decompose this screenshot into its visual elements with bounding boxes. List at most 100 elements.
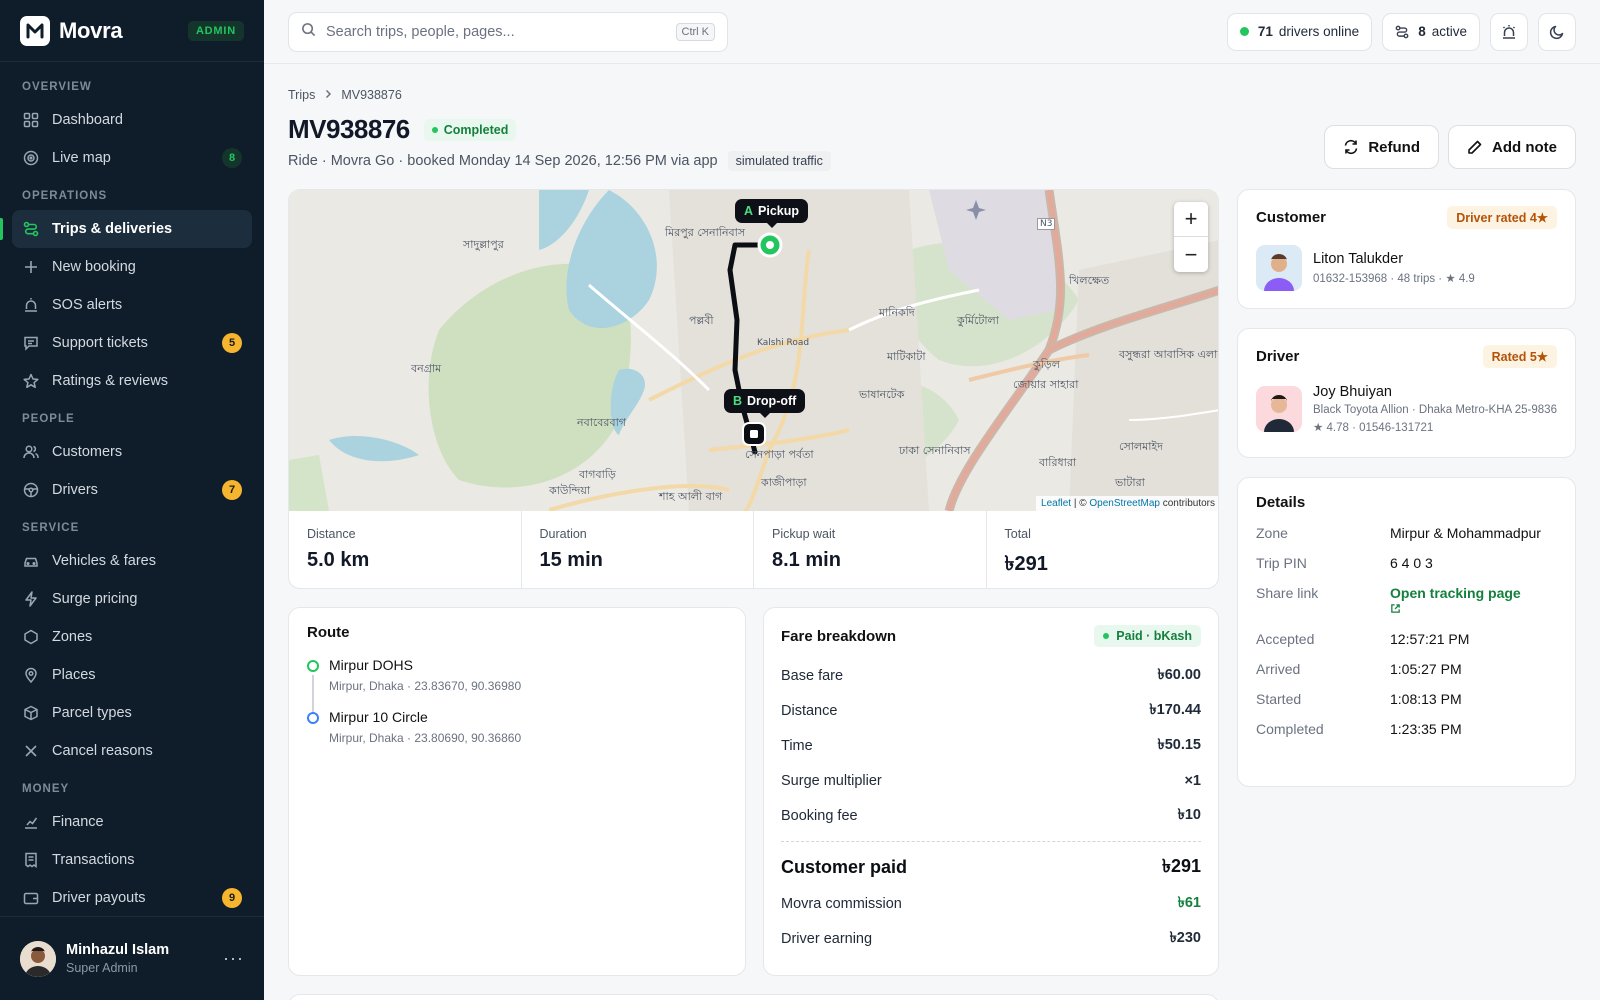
osm-link[interactable]: OpenStreetMap [1089, 498, 1160, 509]
route-icon [1395, 25, 1409, 39]
map-place-label: বনগ্রাম [411, 362, 442, 375]
sidebar-item-surge-pricing[interactable]: Surge pricing [12, 580, 252, 618]
pencil-icon [1467, 139, 1492, 155]
logo-icon[interactable] [20, 15, 50, 46]
detail-value: 12:57:21 PM [1390, 631, 1470, 647]
zoom-out-button[interactable]: − [1174, 237, 1208, 272]
fare-row: Time ৳50.15 [781, 728, 1201, 763]
stat-label: Total [1004, 527, 1031, 541]
detail-label: Started [1256, 691, 1302, 707]
sidebar-item-dashboard[interactable]: Dashboard [12, 101, 252, 139]
fare-value: ×1 [1184, 772, 1201, 789]
sidebar-item-zones[interactable]: Zones [12, 618, 252, 656]
search-input[interactable] [326, 23, 676, 40]
status-badge: Completed [423, 118, 517, 141]
avatar [1256, 386, 1302, 432]
refund-icon [1343, 139, 1368, 155]
nav-section-people: PEOPLE [22, 413, 75, 425]
nav-section-overview: OVERVIEW [22, 81, 92, 93]
pickup-marker-label[interactable]: A Pickup [735, 199, 809, 228]
sidebar-item-support-tickets[interactable]: Support tickets 5 [12, 324, 252, 362]
map-place-label: নবাবেরবাগ [577, 416, 626, 429]
sidebar: Movra ADMIN OVERVIEW Dashboard Live map … [0, 0, 264, 1000]
sidebar-item-label: Vehicles & fares [52, 553, 156, 569]
fare-row: Surge multiplier ×1 [781, 763, 1201, 798]
x-icon [22, 742, 40, 760]
drivers-online-pill[interactable]: 71 drivers online [1226, 12, 1373, 51]
traffic-tag: simulated traffic [727, 151, 831, 171]
fare-label: Booking fee [781, 807, 858, 824]
user-role: Super Admin [66, 961, 138, 975]
refund-button[interactable]: Refund [1324, 125, 1439, 169]
map-zoom-controls: + − [1174, 202, 1208, 272]
driver-profile[interactable]: Joy Bhuiyan Black Toyota Allion · Dhaka … [1256, 384, 1557, 434]
sidebar-item-label: Surge pricing [52, 591, 138, 607]
sidebar-item-vehicles-fares[interactable]: Vehicles & fares [12, 542, 252, 580]
sidebar-item-drivers[interactable]: Drivers 7 [12, 471, 252, 509]
detail-zone: Zone Mirpur & Mohammadpur [1256, 525, 1557, 541]
trip-map[interactable]: মিরপুর সেনানিবাস সাদুল্লাপুর পল্লবী মানি… [289, 190, 1218, 511]
driver-card: Driver Rated 5★ Joy Bhuiyan Black Toyota… [1237, 328, 1576, 458]
avatar [20, 940, 56, 977]
customer-profile[interactable]: Liton Talukder 01632-153968 · 48 trips ·… [1256, 245, 1557, 291]
sidebar-item-live-map[interactable]: Live map 8 [12, 139, 252, 177]
leaflet-link[interactable]: Leaflet [1041, 498, 1071, 509]
breadcrumb: Trips MV938876 [288, 88, 1576, 102]
drivers-count-badge: 7 [222, 480, 242, 500]
detail-value: 1:08:13 PM [1390, 691, 1462, 707]
stat-distance: Distance 5.0 km [289, 511, 522, 588]
detail-value: 1:05:27 PM [1390, 661, 1462, 677]
stat-label: Duration [539, 527, 587, 541]
dropoff-label: Drop-off [747, 394, 797, 408]
breadcrumb-trips-link[interactable]: Trips [288, 88, 315, 102]
sidebar-item-finance[interactable]: Finance [12, 803, 252, 841]
sidebar-nav: OVERVIEW Dashboard Live map 8 OPERATIONS… [0, 62, 264, 910]
sidebar-item-sos-alerts[interactable]: SOS alerts [12, 286, 252, 324]
sidebar-item-new-booking[interactable]: New booking [12, 248, 252, 286]
open-tracking-link[interactable]: Open tracking page [1390, 585, 1521, 617]
topbar-actions: 71 drivers online 8 active [1226, 12, 1576, 51]
route-title: Route [307, 624, 350, 641]
moon-icon [1549, 24, 1565, 40]
sidebar-item-customers[interactable]: Customers [12, 433, 252, 471]
customer-paid-value: ৳291 [1162, 855, 1201, 876]
live-map-count-badge: 8 [222, 148, 242, 168]
sidebar-item-ratings-reviews[interactable]: Ratings & reviews [12, 362, 252, 400]
search-box[interactable]: Ctrl K [288, 11, 728, 52]
active-trips-pill[interactable]: 8 active [1382, 12, 1480, 51]
theme-toggle-button[interactable] [1538, 12, 1576, 51]
sidebar-item-label: Customers [52, 444, 123, 460]
pickup-dot-icon [307, 660, 319, 672]
sos-alarm-button[interactable] [1490, 12, 1528, 51]
commission-label: Movra commission [781, 895, 902, 912]
pickup-letter: A [744, 204, 754, 218]
sidebar-item-driver-payouts[interactable]: Driver payouts 9 [12, 879, 252, 910]
route-stop-name: Mirpur DOHS [329, 657, 414, 673]
sidebar-item-trips-deliveries[interactable]: Trips & deliveries [0, 210, 252, 248]
sidebar-item-parcel-types[interactable]: Parcel types [12, 694, 252, 732]
fare-label: Distance [781, 702, 838, 719]
nav-section-service: SERVICE [22, 522, 80, 534]
more-icon[interactable]: ··· [223, 948, 244, 969]
detail-label: Completed [1256, 721, 1324, 737]
payment-status-badge: Paid · bKash [1094, 625, 1201, 647]
sidebar-item-label: Cancel reasons [52, 743, 153, 759]
active-label: active [1431, 24, 1467, 39]
sidebar-item-places[interactable]: Places [12, 656, 252, 694]
stat-duration: Duration 15 min [522, 511, 754, 588]
sidebar-item-transactions[interactable]: Transactions [12, 841, 252, 879]
zoom-in-button[interactable]: + [1174, 202, 1208, 237]
stat-label: Pickup wait [772, 527, 836, 541]
sidebar-item-label: Ratings & reviews [52, 373, 169, 389]
current-user[interactable]: Minhazul Islam Super Admin ··· [0, 916, 264, 1000]
breadcrumb-current: MV938876 [341, 88, 402, 102]
customer-title: Customer [1256, 209, 1327, 226]
add-note-button[interactable]: Add note [1448, 125, 1576, 169]
sidebar-item-cancel-reasons[interactable]: Cancel reasons [12, 732, 252, 770]
customer-paid-label: Customer paid [781, 856, 908, 877]
dropoff-marker-label[interactable]: B Drop-off [724, 389, 806, 418]
sidebar-item-label: Dashboard [52, 112, 123, 128]
sidebar-item-label: SOS alerts [52, 297, 123, 313]
radar-icon [22, 149, 40, 167]
drivers-online-label: drivers online [1278, 24, 1360, 39]
